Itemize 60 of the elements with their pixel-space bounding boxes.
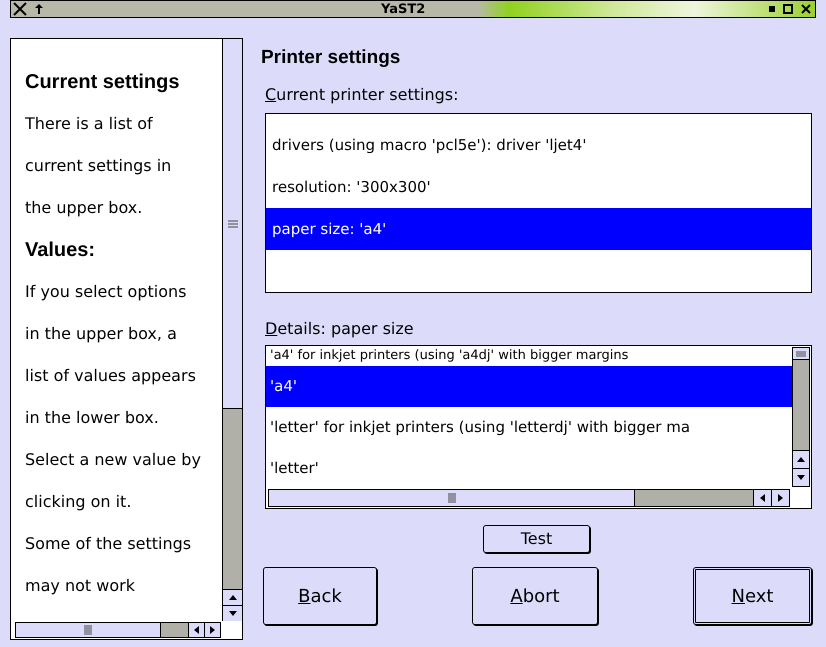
list-label: Details: paper size: [265, 321, 415, 337]
help-text: in the upper box, a: [25, 323, 178, 345]
scroll-up-button[interactable]: [223, 589, 242, 605]
window-title: YaST2: [381, 2, 426, 16]
up-arrow-icon: [797, 457, 805, 462]
button[interactable]: Back: [263, 567, 377, 625]
help-text: There is a list of: [25, 113, 154, 135]
grip-icon: [796, 350, 806, 356]
down-arrow-icon: [228, 611, 237, 616]
left-arrow-icon: [194, 626, 199, 634]
left-arrow-icon: [760, 494, 765, 502]
grip-icon: [84, 625, 92, 635]
scrollbar[interactable]: [792, 347, 810, 487]
scrollbar-thumb[interactable]: [793, 348, 809, 360]
button[interactable]: Abort: [472, 567, 598, 625]
list-item[interactable]: drivers (using macro 'pcl5e'): driver 'ljet4': [266, 124, 811, 166]
scroll-left-button[interactable]: [188, 623, 204, 637]
down-arrow-icon: [797, 475, 805, 480]
help-text: Select a new value by: [25, 449, 202, 471]
grip-icon: [448, 493, 456, 503]
close-icon[interactable]: [801, 4, 811, 14]
scroll-down-button[interactable]: [223, 605, 242, 621]
scroll-down-button[interactable]: [793, 468, 809, 486]
list-item[interactable]: resolution: '300x300': [266, 166, 811, 208]
list-item[interactable]: 'letter' for inkjet printers (using 'letterdj' with bigger ma: [266, 407, 792, 448]
grip-icon: [228, 220, 238, 228]
scrollbar-thumb[interactable]: [16, 623, 161, 637]
list-item[interactable]: 'letter': [266, 448, 792, 489]
right-arrow-icon: [210, 626, 215, 634]
help-text: If you select options: [25, 281, 188, 303]
help-text: Some of the settings: [25, 533, 192, 555]
list-label: Current printer settings:: [265, 87, 460, 103]
right-arrow-icon: [778, 494, 783, 502]
help-text: current settings in: [25, 155, 172, 177]
maximize-icon[interactable]: [783, 4, 793, 14]
scroll-right-button[interactable]: [204, 623, 220, 637]
list-item[interactable]: 'a4': [266, 366, 792, 407]
help-heading: Current settings: [25, 70, 180, 95]
help-heading: Values:: [25, 238, 96, 263]
scrollbar[interactable]: [222, 39, 242, 621]
help-text: list of values appears: [25, 365, 197, 387]
test-button[interactable]: Test: [483, 525, 590, 553]
help-text: the upper box.: [25, 197, 144, 219]
help-text: may not work: [25, 575, 136, 597]
pin-icon[interactable]: [35, 4, 43, 14]
x-logo-icon[interactable]: [13, 2, 27, 16]
scroll-left-button[interactable]: [753, 490, 771, 506]
help-text: in the lower box.: [25, 407, 160, 429]
default-button[interactable]: Next: [693, 567, 812, 625]
scrollbar-thumb[interactable]: [269, 490, 635, 506]
section-title: Printer settings: [261, 48, 402, 67]
scroll-right-button[interactable]: [771, 490, 789, 506]
scrollbar-thumb[interactable]: [223, 39, 242, 409]
scroll-up-button[interactable]: [793, 450, 809, 468]
list-item[interactable]: paper size: 'a4': [266, 208, 811, 250]
help-text: clicking on it.: [25, 491, 132, 513]
horizontal-scrollbar[interactable]: [268, 489, 790, 507]
list-item[interactable]: 'a4' for inkjet printers (using 'a4dj' with bigger margins: [266, 346, 792, 366]
up-arrow-icon: [228, 595, 237, 600]
horizontal-scrollbar[interactable]: [15, 622, 221, 638]
